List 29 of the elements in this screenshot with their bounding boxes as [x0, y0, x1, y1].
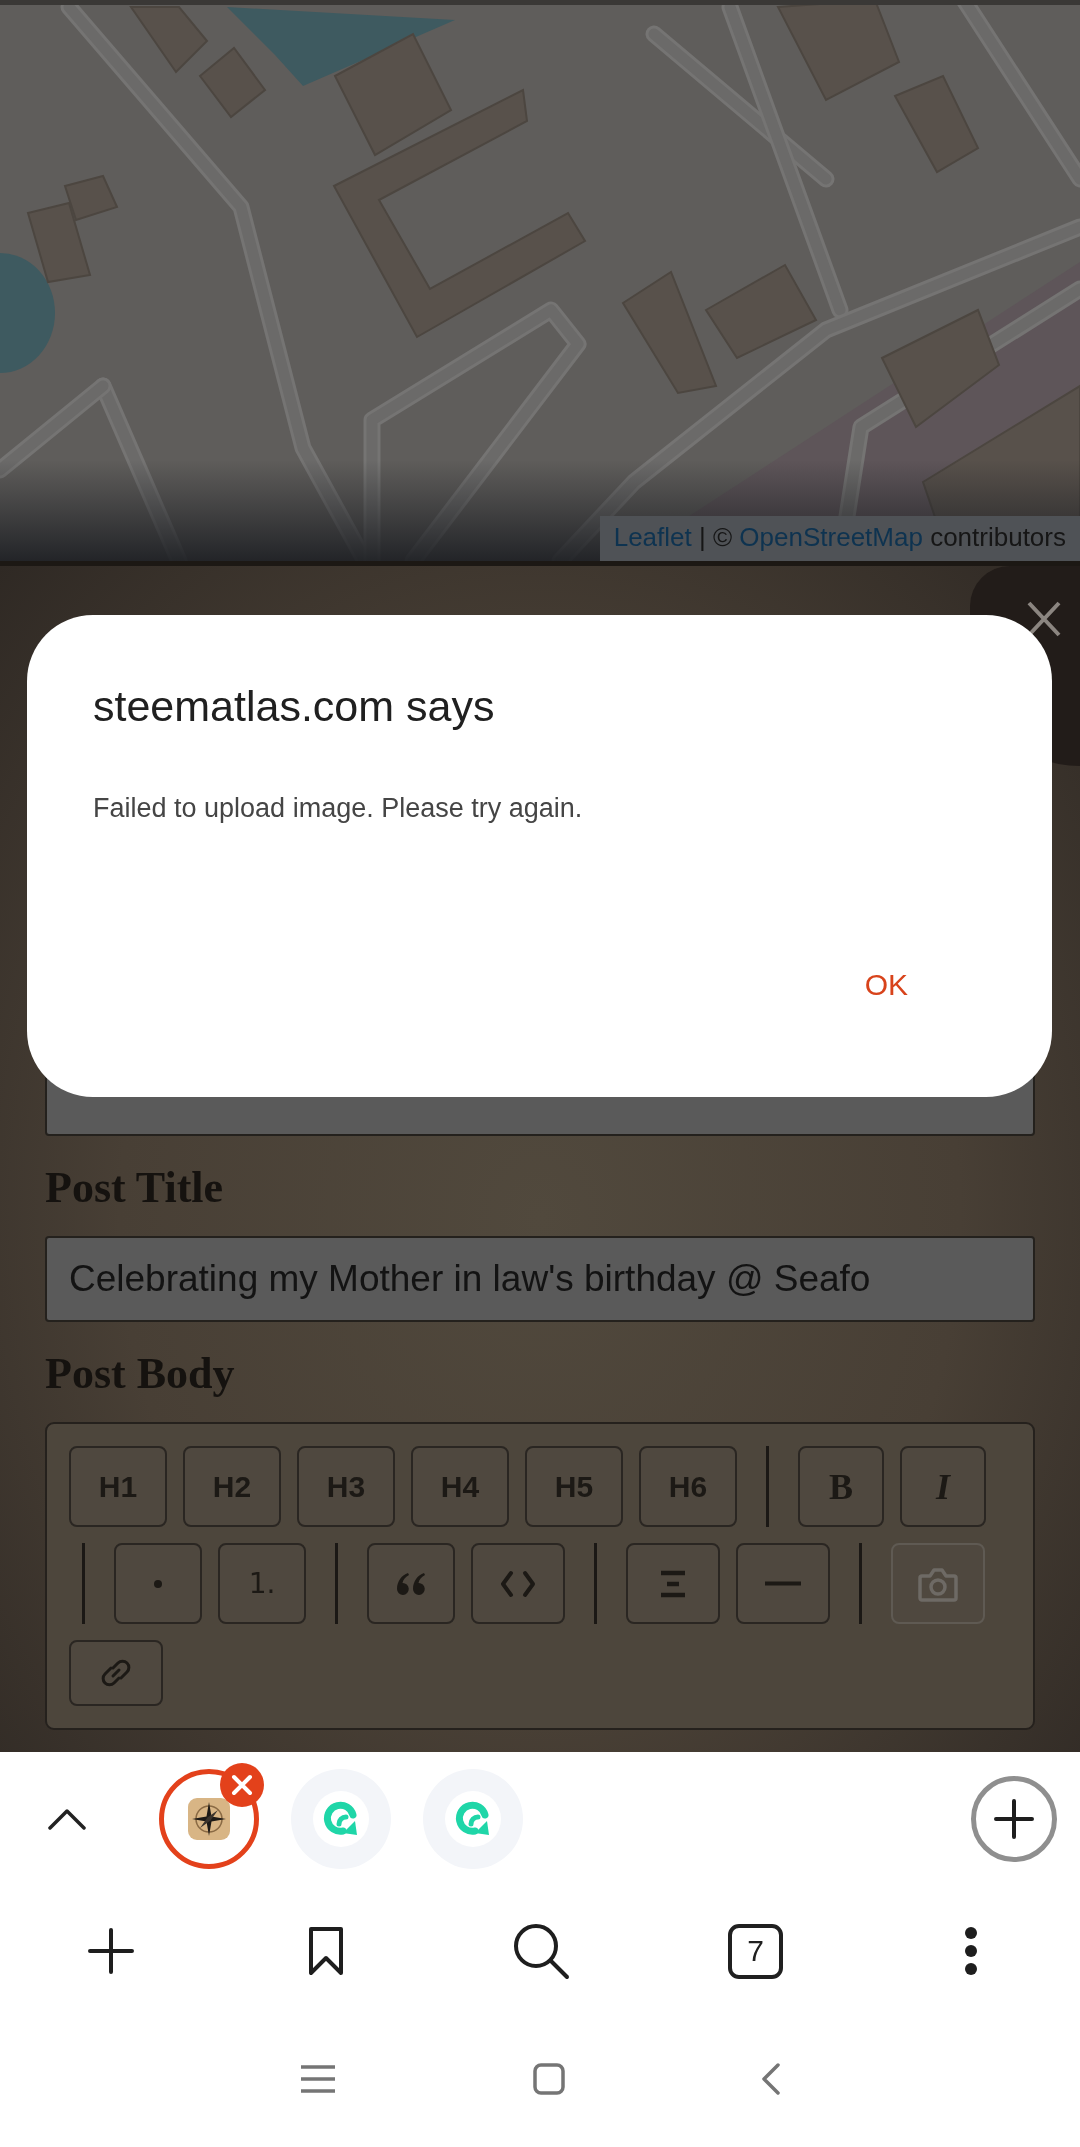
text-field[interactable]: Celebrating my Mother in law's birthday @ Seafo	[45, 1236, 1035, 1322]
attribution-link[interactable]: OpenStreetMap	[739, 522, 923, 552]
map-attribution: Leaflet | © OpenStreetMap contributors	[599, 516, 1080, 561]
code-icon	[500, 1569, 536, 1598]
attribution-link[interactable]: Leaflet	[613, 522, 692, 552]
dialog-message: Failed to upload image. Please try again.	[93, 792, 583, 825]
home-icon[interactable]	[533, 2062, 565, 2095]
map-drawing[interactable]	[0, 0, 1080, 561]
compass-icon	[188, 1798, 230, 1840]
chat-bubble-icon	[445, 1791, 501, 1847]
dialog-title: steematlas.com says	[93, 681, 495, 731]
close-icon[interactable]	[220, 1763, 264, 1807]
chevron-up-icon[interactable]	[48, 1808, 86, 1830]
align-center-icon	[659, 1569, 687, 1598]
tab-count-button[interactable]: 7	[728, 1923, 783, 1979]
plus-icon[interactable]	[87, 1928, 134, 1974]
ok-button[interactable]: OK	[844, 958, 928, 1012]
back-icon[interactable]	[761, 2062, 781, 2095]
bullet-icon	[154, 1579, 162, 1588]
close-icon	[1026, 600, 1062, 638]
chat-bubble-icon	[313, 1791, 369, 1847]
quote-icon	[396, 1572, 426, 1595]
bookmark-icon[interactable]	[307, 1926, 344, 1976]
menu-icon[interactable]	[299, 2063, 337, 2094]
more-icon[interactable]	[963, 1926, 978, 1976]
horizontal-line-icon	[765, 1581, 801, 1586]
search-icon[interactable]	[511, 1922, 570, 1980]
plus-icon	[994, 1799, 1034, 1839]
camera-icon	[918, 1565, 958, 1602]
